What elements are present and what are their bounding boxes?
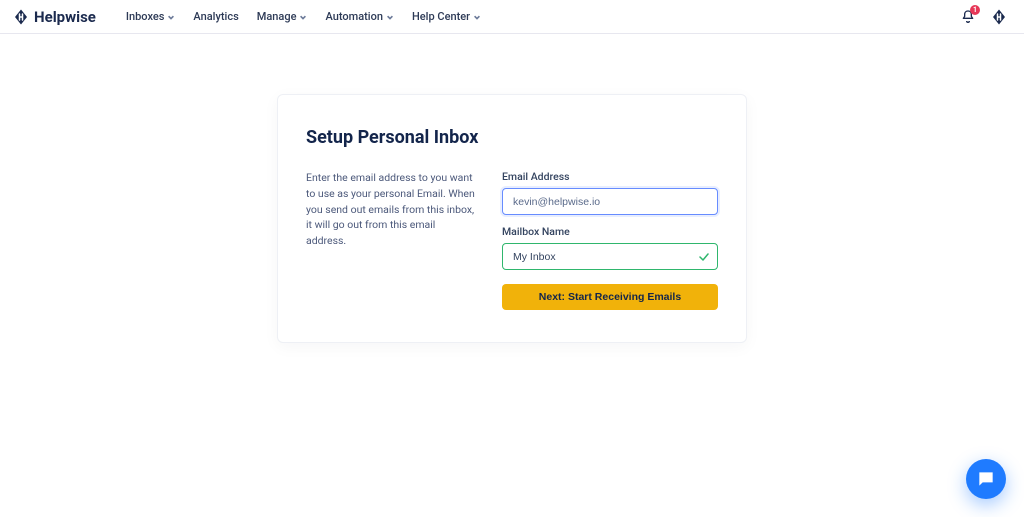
card-description: Enter the email address to you want to u…	[306, 170, 476, 310]
nav-items: Inboxes Analytics Manage Automation Help…	[126, 10, 481, 23]
email-label: Email Address	[502, 170, 718, 183]
chevron-down-icon	[386, 13, 394, 21]
mailbox-name-label: Mailbox Name	[502, 225, 718, 238]
nav-automation-label: Automation	[325, 10, 382, 23]
nav-help-center[interactable]: Help Center	[412, 10, 481, 23]
email-input[interactable]	[502, 188, 718, 215]
chat-icon	[976, 469, 996, 489]
mailbox-name-wrap	[502, 243, 718, 270]
account-menu[interactable]	[990, 8, 1008, 26]
nav-help-center-label: Help Center	[412, 10, 470, 23]
notifications-button[interactable]: 1	[960, 9, 976, 25]
top-navbar: Helpwise Inboxes Analytics Manage Automa…	[0, 0, 1024, 34]
mailbox-name-input[interactable]	[502, 243, 718, 270]
nav-right: 1	[960, 8, 1008, 26]
chevron-down-icon	[299, 13, 307, 21]
setup-card: Setup Personal Inbox Enter the email add…	[277, 94, 747, 343]
main-stage: Setup Personal Inbox Enter the email add…	[0, 34, 1024, 343]
nav-inboxes[interactable]: Inboxes	[126, 10, 176, 23]
nav-analytics-label: Analytics	[193, 10, 238, 23]
brand-logo[interactable]: Helpwise	[12, 8, 96, 26]
card-form: Email Address Mailbox Name Next: Start R…	[502, 170, 718, 310]
notification-badge: 1	[970, 5, 980, 15]
check-icon	[698, 251, 710, 263]
helpwise-logo-icon	[990, 8, 1008, 26]
helpwise-logo-icon	[12, 8, 30, 26]
nav-automation[interactable]: Automation	[325, 10, 393, 23]
card-title: Setup Personal Inbox	[306, 127, 718, 148]
nav-manage-label: Manage	[257, 10, 297, 23]
nav-inboxes-label: Inboxes	[126, 10, 165, 23]
nav-analytics[interactable]: Analytics	[193, 10, 238, 23]
chevron-down-icon	[473, 13, 481, 21]
nav-manage[interactable]: Manage	[257, 10, 308, 23]
chevron-down-icon	[167, 13, 175, 21]
brand-name: Helpwise	[34, 8, 96, 26]
chat-widget[interactable]	[966, 459, 1006, 499]
card-body: Enter the email address to you want to u…	[306, 170, 718, 310]
next-button[interactable]: Next: Start Receiving Emails	[502, 284, 718, 310]
